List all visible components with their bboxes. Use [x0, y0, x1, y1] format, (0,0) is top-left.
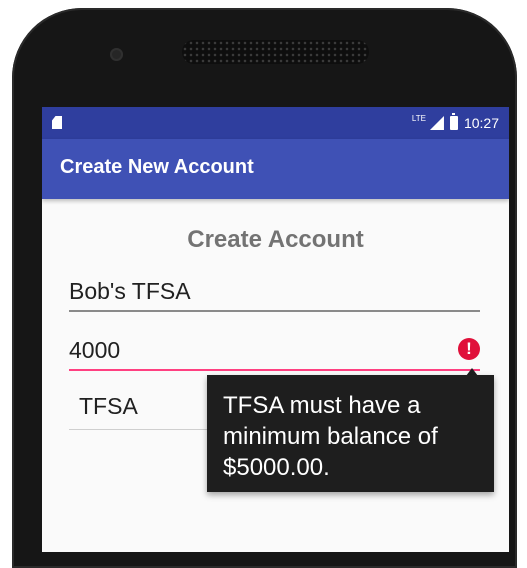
app-bar: Create New Account [42, 139, 509, 199]
signal-icon [429, 116, 444, 130]
balance-value: 4000 [69, 337, 121, 363]
status-icons: LTE 10:27 [412, 107, 499, 139]
app-bar-title: Create New Account [60, 156, 254, 178]
sd-card-icon [52, 116, 62, 129]
clock: 10:27 [463, 115, 499, 131]
error-message: TFSA must have a minimum balance of $500… [223, 392, 438, 481]
error-icon[interactable]: ! [458, 338, 480, 360]
earpiece-speaker [182, 40, 369, 64]
device-screen: LTE 10:27 Create New Account Create Acco… [42, 107, 509, 552]
account-type-value: TFSA [79, 393, 138, 419]
form-heading: Create Account [187, 226, 364, 253]
account-name-field[interactable]: Bob's TFSA [69, 273, 480, 312]
battery-icon [449, 113, 458, 130]
front-camera [110, 48, 123, 61]
phone-frame: LTE 10:27 Create New Account Create Acco… [12, 8, 517, 568]
status-bar: LTE 10:27 [42, 107, 509, 139]
account-name-value: Bob's TFSA [69, 278, 191, 304]
error-popup: TFSA must have a minimum balance of $500… [207, 375, 494, 492]
balance-field[interactable]: 4000 ! [69, 332, 480, 371]
network-type-label: LTE [411, 113, 426, 123]
